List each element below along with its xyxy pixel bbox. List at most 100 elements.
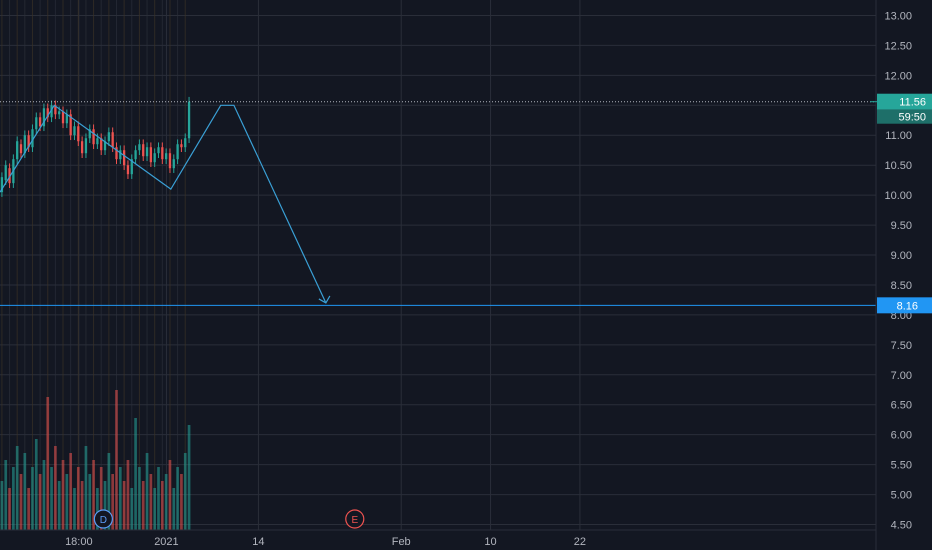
volume-bar: [4, 460, 8, 530]
event-marker-label: E: [351, 515, 358, 526]
y-tick-label: 10.00: [884, 190, 912, 202]
y-tick-label: 8.50: [891, 280, 912, 292]
candle-body: [126, 165, 130, 175]
volume-bar: [126, 460, 130, 530]
candle-body: [176, 144, 179, 160]
target-price-label: 8.16: [897, 300, 918, 312]
x-tick-label: 18:00: [65, 536, 93, 548]
volume-bar: [141, 481, 145, 530]
candle-body: [138, 144, 141, 151]
x-tick-label: 22: [574, 536, 586, 548]
volume-bar: [73, 488, 76, 530]
volume-bar: [69, 453, 72, 530]
candle-body: [4, 165, 7, 181]
volume-bar: [122, 481, 126, 530]
volume-bar: [176, 467, 179, 530]
candle-body: [168, 153, 172, 169]
candle-body: [84, 138, 88, 154]
candle-body: [96, 138, 99, 145]
x-tick-label: 14: [252, 536, 264, 548]
volume-bar: [138, 467, 141, 530]
volume-bar: [183, 453, 187, 530]
volume-bar: [164, 474, 168, 530]
volume-bar: [12, 467, 15, 530]
volume-bar: [84, 446, 88, 530]
volume-bar: [15, 446, 19, 530]
candle-body: [92, 129, 95, 145]
candle-body: [61, 111, 65, 124]
volume-bar: [134, 418, 137, 530]
event-marker-label: D: [100, 515, 107, 526]
candle-body: [77, 126, 80, 142]
candle-body: [164, 153, 168, 160]
y-tick-label: 7.50: [891, 340, 912, 352]
y-tick-label: 6.50: [891, 400, 912, 412]
volume-bar: [76, 467, 80, 530]
x-tick-label: Feb: [392, 536, 411, 548]
volume-bar: [46, 397, 50, 530]
candle-body: [35, 117, 38, 130]
volume-bar: [57, 481, 61, 530]
candle-body: [145, 147, 149, 157]
y-tick-label: 5.00: [891, 490, 912, 502]
y-tick-label: 12.00: [884, 70, 912, 82]
candle-body: [157, 147, 160, 154]
volume-bar: [88, 474, 92, 530]
candle-body: [107, 132, 110, 142]
candle-body: [142, 144, 145, 157]
volume-bar: [50, 467, 53, 530]
x-tick-label: 10: [484, 536, 496, 548]
y-tick-label: 9.50: [891, 220, 912, 232]
volume-bar: [0, 481, 4, 530]
candle-body: [58, 111, 61, 115]
volume-bar: [31, 467, 34, 530]
candle-body: [122, 150, 126, 166]
volume-bar: [80, 481, 84, 530]
candle-body: [184, 138, 187, 148]
y-tick-label: 4.50: [891, 520, 912, 532]
candle-body: [187, 101, 191, 139]
volume-bar: [34, 439, 38, 530]
volume-bar: [65, 474, 69, 530]
y-tick-label: 6.00: [891, 430, 912, 442]
y-tick-label: 12.50: [884, 40, 912, 52]
y-tick-label: 13.00: [884, 10, 912, 22]
candle-body: [16, 141, 19, 160]
y-tick-label: 7.00: [891, 370, 912, 382]
volume-bar: [38, 474, 42, 530]
volume-bar: [168, 460, 172, 530]
volume-bar: [149, 474, 153, 530]
volume-bar: [153, 488, 157, 530]
volume-bar: [187, 425, 191, 530]
last-price-label: 11.56: [899, 97, 926, 109]
candle-body: [134, 150, 137, 160]
volume-bar: [130, 488, 134, 530]
volume-bar: [23, 453, 27, 530]
volume-bar: [180, 474, 183, 530]
candle-body: [73, 126, 76, 136]
volume-bar: [42, 460, 46, 530]
candle-body: [111, 132, 114, 148]
x-tick-label: 2021: [154, 536, 178, 548]
y-tick-label: 9.00: [891, 250, 912, 262]
candle-body: [172, 159, 175, 169]
candle-body: [149, 147, 153, 163]
volume-bar: [115, 390, 118, 530]
volume-bar: [8, 488, 11, 530]
y-tick-label: 11.00: [885, 130, 912, 142]
y-tick-label: 10.50: [884, 160, 912, 172]
volume-bar: [172, 488, 176, 530]
volume-bar: [118, 467, 122, 530]
volume-bar: [145, 453, 149, 530]
countdown-label: 59:50: [898, 112, 926, 124]
price-chart[interactable]: DE 13.0012.5012.0011.5011.0010.5010.009.…: [0, 0, 932, 550]
volume-bar: [61, 460, 65, 530]
volume-bar: [27, 488, 30, 530]
volume-bar: [157, 467, 160, 530]
volume-bar: [54, 446, 57, 530]
candle-body: [38, 117, 42, 127]
candle-body: [161, 147, 164, 160]
y-tick-label: 5.50: [891, 460, 912, 472]
volume-bar: [160, 481, 164, 530]
candle-body: [19, 144, 23, 154]
